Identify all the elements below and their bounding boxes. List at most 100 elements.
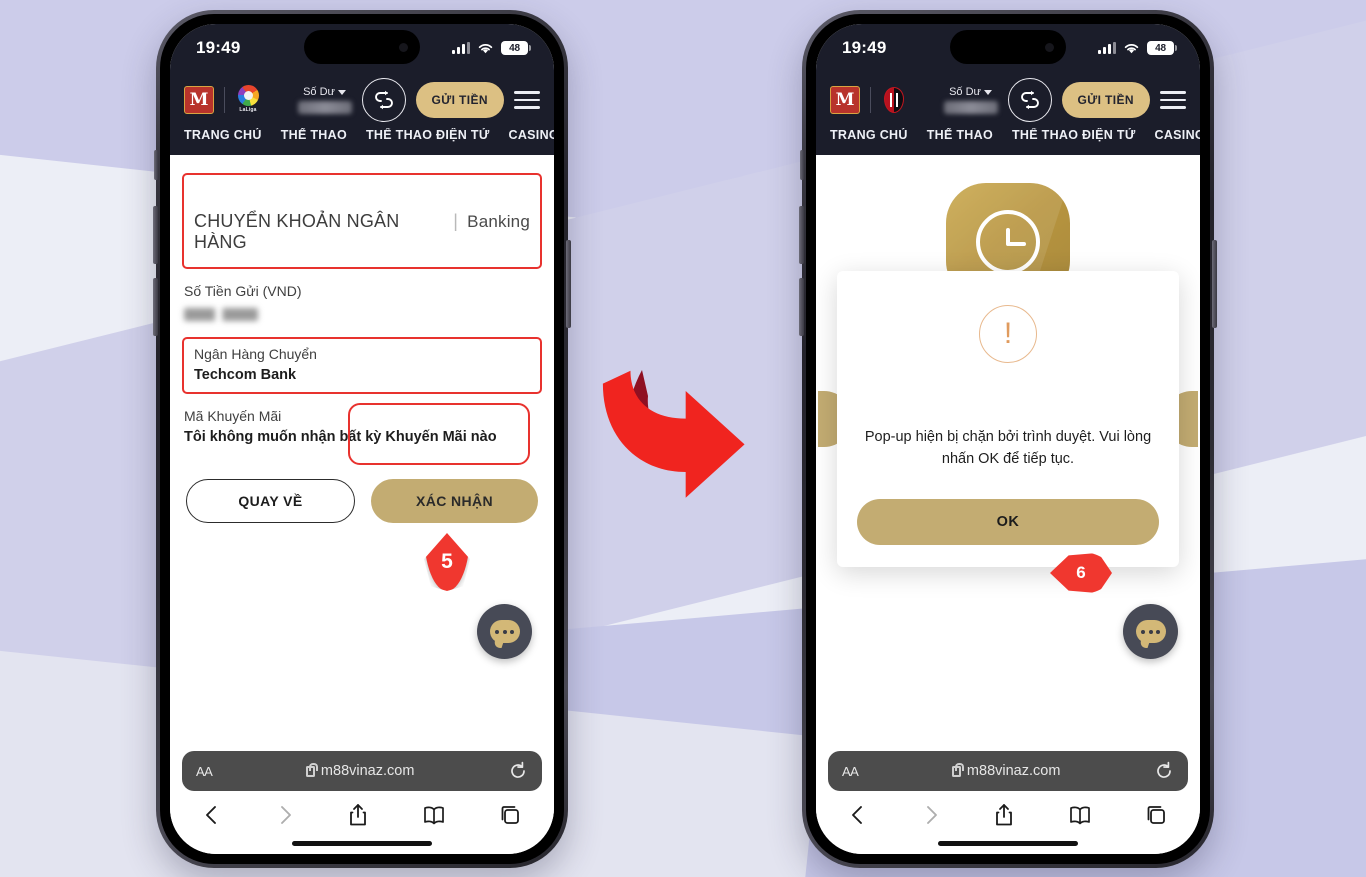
reload-icon[interactable] [508,761,528,781]
tabs-icon[interactable] [1144,803,1168,827]
confirm-button[interactable]: XÁC NHẬN [371,479,538,523]
battery-indicator: 48 [1147,41,1177,55]
url-bar[interactable]: AAAA m88vinaz.com [182,751,542,791]
url-text[interactable]: m88vinaz.com [321,763,414,779]
hamburger-menu-icon[interactable] [1160,91,1186,109]
nav-item-home[interactable]: TRANG CHỦ [830,128,908,142]
browser-chrome-left: AAAA m88vinaz.com [170,745,554,854]
wifi-icon [1124,43,1139,53]
balance-label: Số Dư [949,86,981,98]
chevron-right-icon[interactable] [275,803,295,827]
deposit-button[interactable]: GỬI TIỀN [415,82,504,118]
share-icon[interactable] [993,803,1015,827]
text-size-button[interactable]: AAAA [842,764,859,779]
chat-support-button[interactable] [477,604,532,659]
chat-bubble-icon [1135,620,1166,643]
form-actions: QUAY VỀ XÁC NHẬN [180,479,544,523]
cellular-signal-icon [1098,42,1116,54]
deposit-button[interactable]: GỬI TIỀN [1061,82,1150,118]
swap-arrows-icon [1020,90,1039,110]
bank-field-highlight: Ngân Hàng Chuyển Techcom Bank [182,337,542,394]
bank-value[interactable]: Techcom Bank [190,367,534,383]
swap-balance-button[interactable] [1007,78,1052,122]
power-button[interactable] [1212,240,1217,328]
dynamic-island [950,30,1066,64]
power-button[interactable] [566,240,571,328]
nav-item-home[interactable]: TRANG CHỦ [184,128,262,142]
book-icon[interactable] [1068,803,1092,827]
chevron-right-icon[interactable] [921,803,941,827]
status-bar-right: 19:49 48 [816,24,1200,72]
phone-left: 19:49 48 M LaLiga Số Dư GỬI TIỀN TRANG C… [153,10,571,868]
nav-item-esports[interactable]: THỂ THAO ĐIỆN TỬ [366,128,490,142]
deposit-form: CHUYỂN KHOẢN NGÂN HÀNG | Banking Số Tiền… [170,155,554,745]
balance-label: Số Dư [303,86,335,98]
ac-milan-logo [881,85,907,115]
battery-indicator: 48 [501,41,531,55]
m88-logo[interactable]: M [830,86,860,114]
swap-balance-button[interactable] [361,78,406,122]
chevron-left-icon[interactable] [848,803,868,827]
popup-blocked-screen: ! Pop-up hiện bị chặn bởi trình duyệt. V… [816,155,1200,745]
front-camera-icon [399,42,408,52]
m88-logo[interactable]: M [184,86,214,114]
back-button[interactable]: QUAY VỀ [186,479,355,523]
status-bar-left: 19:49 48 [170,24,554,72]
share-icon[interactable] [347,803,369,827]
nav-item-esports[interactable]: THỂ THAO ĐIỆN TỬ [1012,128,1136,142]
tabs-icon[interactable] [498,803,522,827]
flow-arrow [596,352,776,532]
browser-chrome-right: AAAA m88vinaz.com [816,745,1200,854]
screen-right: 19:49 48 M Số Dư GỬI TIỀN TRANG CHỦ THẾ … [816,24,1200,854]
site-header-right: M Số Dư GỬI TIỀN TRANG CHỦ THẾ THAO THỂ … [816,72,1200,155]
page-title: CHUYỂN KHOẢN NGÂN HÀNG [194,211,400,252]
status-time: 19:49 [842,38,887,57]
nav-item-live-casino[interactable]: CASINO TRỰC T [1155,128,1200,142]
url-bar[interactable]: AAAA m88vinaz.com [828,751,1188,791]
hamburger-menu-icon[interactable] [514,91,540,109]
home-indicator [938,841,1078,846]
bank-label: Ngân Hàng Chuyển [194,346,317,362]
volume-up-button[interactable] [799,206,804,264]
swap-arrows-icon [374,90,393,110]
text-size-button[interactable]: AAAA [196,764,213,779]
volume-up-button[interactable] [153,206,158,264]
chevron-down-icon [337,89,346,95]
main-nav-right: TRANG CHỦ THẾ THAO THỂ THAO ĐIỆN TỬ CASI… [816,128,1200,155]
balance-value-masked [943,101,998,114]
chat-support-button[interactable] [1123,604,1178,659]
logo-divider [224,87,225,113]
browser-toolbar [182,791,542,833]
nav-item-sports[interactable]: THẾ THAO [927,128,993,142]
mute-switch[interactable] [800,150,804,180]
laliga-logo: LaLiga [235,85,261,115]
balance-widget[interactable]: Số Dư [943,86,998,114]
chevron-left-icon[interactable] [202,803,222,827]
nav-item-sports[interactable]: THẾ THAO [281,128,347,142]
front-camera-icon [1045,42,1054,52]
lock-icon [305,762,318,777]
amount-value-masked[interactable] [184,308,258,321]
book-icon[interactable] [422,803,446,827]
mute-switch[interactable] [154,150,158,180]
section-title-highlight: CHUYỂN KHOẢN NGÂN HÀNG | Banking [182,173,542,269]
balance-value-masked [297,101,352,114]
nav-item-live-casino[interactable]: CASINO TRỰC T [509,128,554,142]
balance-widget[interactable]: Số Dư [297,86,352,114]
popup-blocked-dialog: ! Pop-up hiện bị chặn bởi trình duyệt. V… [837,271,1179,567]
phone-right: 19:49 48 M Số Dư GỬI TIỀN TRANG CHỦ THẾ … [799,10,1217,868]
volume-down-button[interactable] [153,278,158,336]
confirm-button-highlight [348,403,530,465]
url-text[interactable]: m88vinaz.com [967,763,1060,779]
browser-toolbar [828,791,1188,833]
home-indicator [292,841,432,846]
reload-icon[interactable] [1154,761,1174,781]
screen-left: 19:49 48 M LaLiga Số Dư GỬI TIỀN TRANG C… [170,24,554,854]
ok-button[interactable]: OK [857,498,1159,545]
status-time: 19:49 [196,38,241,57]
dynamic-island [304,30,420,64]
volume-down-button[interactable] [799,278,804,336]
dialog-message: Pop-up hiện bị chặn bởi trình duyệt. Vui… [864,429,1152,467]
site-header-left: M LaLiga Số Dư GỬI TIỀN TRANG CHỦ THẾ TH… [170,72,554,155]
page-title-en: Banking [467,212,530,231]
